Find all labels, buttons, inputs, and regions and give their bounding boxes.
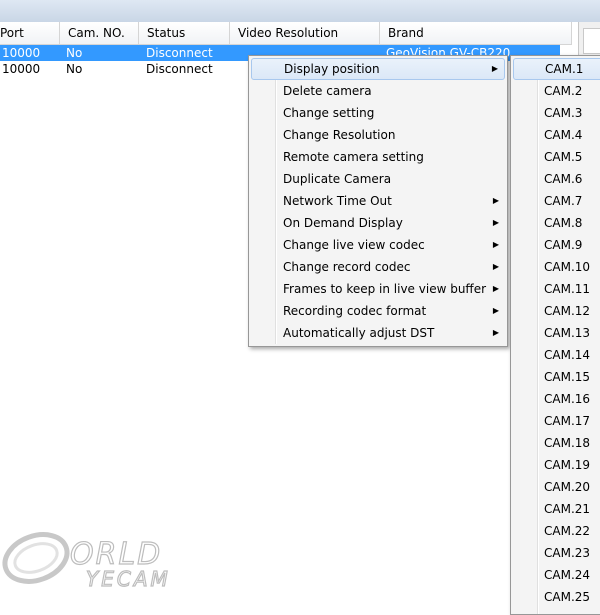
worldeyecam-watermark-logo: ORLD YECAM: [2, 532, 171, 592]
menu-item-label: Automatically adjust DST: [283, 326, 435, 340]
menu-item-change-record-codec[interactable]: Change record codec ▶: [251, 256, 505, 278]
menu-item-label: Duplicate Camera: [283, 172, 392, 186]
submenu-item-cam[interactable]: CAM.21: [513, 498, 600, 520]
submenu-item-cam[interactable]: CAM.17: [513, 410, 600, 432]
menu-item-display-position[interactable]: Display position ▶: [251, 58, 505, 80]
column-header-brand[interactable]: Brand: [380, 22, 572, 44]
submenu-arrow-icon: ▶: [492, 240, 499, 249]
menu-item-network-time-out[interactable]: Network Time Out ▶: [251, 190, 505, 212]
submenu-arrow-icon: ▶: [492, 328, 499, 337]
menu-item-remote-camera-setting[interactable]: Remote camera setting: [251, 146, 505, 168]
submenu-item-cam[interactable]: CAM.23: [513, 542, 600, 564]
submenu-arrow-icon: ▶: [492, 284, 499, 293]
menu-item-delete-camera[interactable]: Delete camera: [251, 80, 505, 102]
submenu-item-cam[interactable]: CAM.9: [513, 234, 600, 256]
menu-item-label: Change record codec: [283, 260, 411, 274]
submenu-item-cam[interactable]: CAM.13: [513, 322, 600, 344]
submenu-item-cam[interactable]: CAM.11: [513, 278, 600, 300]
menu-item-label: Display position: [284, 62, 380, 76]
cell-port: 10000: [2, 46, 41, 60]
menu-item-label: Recording codec format: [283, 304, 427, 318]
cell-port: 10000: [2, 62, 41, 76]
list-header: Port Cam. NO. Status Video Resolution Br…: [0, 22, 572, 45]
submenu-item-cam[interactable]: CAM.22: [513, 520, 600, 542]
submenu-item-cam[interactable]: CAM.18: [513, 432, 600, 454]
column-header-cam-no[interactable]: Cam. NO.: [60, 22, 139, 44]
menu-item-label: Change setting: [283, 106, 375, 120]
window-top-strip: [0, 0, 600, 22]
submenu-item-cam[interactable]: CAM.15: [513, 366, 600, 388]
context-menu: Display position ▶ Delete camera Change s…: [248, 55, 508, 347]
submenu-item-cam[interactable]: CAM.20: [513, 476, 600, 498]
menu-item-automatically-adjust-dst[interactable]: Automatically adjust DST ▶: [251, 322, 505, 344]
submenu-item-cam[interactable]: CAM.3: [513, 102, 600, 124]
side-panel-button[interactable]: [583, 28, 600, 54]
submenu-item-cam[interactable]: CAM.6: [513, 168, 600, 190]
submenu-item-cam[interactable]: CAM.1: [513, 58, 600, 80]
column-header-video-resolution[interactable]: Video Resolution: [230, 22, 380, 44]
menu-item-change-setting[interactable]: Change setting: [251, 102, 505, 124]
menu-item-change-resolution[interactable]: Change Resolution: [251, 124, 505, 146]
svg-text:YECAM: YECAM: [86, 567, 171, 591]
submenu-item-cam[interactable]: CAM.4: [513, 124, 600, 146]
submenu-item-cam[interactable]: CAM.25: [513, 586, 600, 608]
submenu-item-cam[interactable]: CAM.10: [513, 256, 600, 278]
submenu-arrow-icon: ▶: [492, 306, 499, 315]
submenu-item-cam[interactable]: CAM.19: [513, 454, 600, 476]
cell-status: Disconnect: [146, 62, 213, 76]
submenu-item-cam[interactable]: CAM.5: [513, 146, 600, 168]
menu-item-label: Frames to keep in live view buffer: [283, 282, 487, 296]
cell-cam-no: No: [66, 46, 83, 60]
submenu-item-cam[interactable]: CAM.14: [513, 344, 600, 366]
menu-item-duplicate-camera[interactable]: Duplicate Camera: [251, 168, 505, 190]
submenu-arrow-icon: ▶: [491, 64, 498, 73]
menu-item-label: Network Time Out: [283, 194, 392, 208]
submenu-arrow-icon: ▶: [492, 262, 499, 271]
menu-item-change-live-view-codec[interactable]: Change live view codec ▶: [251, 234, 505, 256]
submenu-arrow-icon: ▶: [492, 196, 499, 205]
submenu-item-cam[interactable]: CAM.16: [513, 388, 600, 410]
cell-status: Disconnect: [146, 46, 213, 60]
submenu-item-cam[interactable]: CAM.2: [513, 80, 600, 102]
menu-item-label: On Demand Display: [283, 216, 403, 230]
submenu-item-cam[interactable]: CAM.8: [513, 212, 600, 234]
menu-item-label: Change live view codec: [283, 238, 425, 252]
cell-cam-no: No: [66, 62, 83, 76]
menu-item-label: Change Resolution: [283, 128, 396, 142]
menu-item-frames-live-view-buffer[interactable]: Frames to keep in live view buffer ▶: [251, 278, 505, 300]
menu-item-recording-codec-format[interactable]: Recording codec format ▶: [251, 300, 505, 322]
submenu-item-cam[interactable]: CAM.12: [513, 300, 600, 322]
display-position-submenu: CAM.1 CAM.2 CAM.3 CAM.4 CAM.5 CAM.6 CAM.…: [510, 55, 600, 615]
column-header-status[interactable]: Status: [139, 22, 230, 44]
menu-item-label: Delete camera: [283, 84, 372, 98]
submenu-arrow-icon: ▶: [492, 218, 499, 227]
menu-item-on-demand-display[interactable]: On Demand Display ▶: [251, 212, 505, 234]
submenu-item-cam[interactable]: CAM.7: [513, 190, 600, 212]
menu-item-label: Remote camera setting: [283, 150, 424, 164]
column-header-port[interactable]: Port: [0, 22, 60, 44]
submenu-item-cam[interactable]: CAM.24: [513, 564, 600, 586]
